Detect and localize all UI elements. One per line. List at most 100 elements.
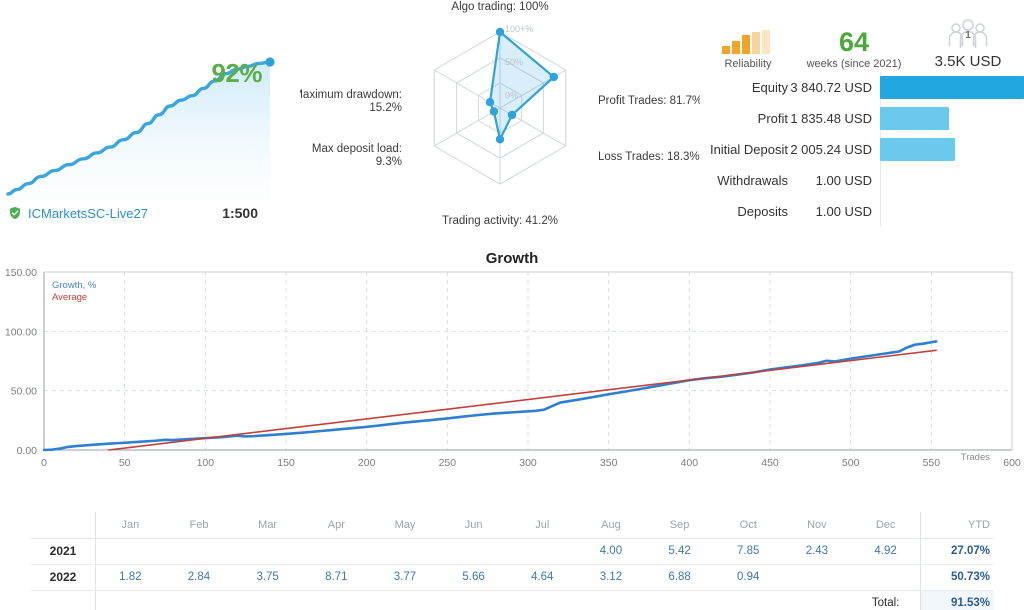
account-name: ICMarketsSC-Live27 [28, 205, 148, 221]
stat-row: Initial Deposit 2 005.24 USD [700, 134, 1024, 165]
svg-text:200: 200 [358, 457, 376, 469]
svg-text:550: 550 [923, 457, 941, 469]
stat-label: Equity [751, 80, 788, 95]
stat-row: Deposits 1.00 USD [700, 196, 1024, 227]
chart-series [42, 340, 938, 452]
stat-bar-track [880, 196, 1024, 227]
svg-text:0%: 0% [505, 90, 518, 100]
stat-value: 3 840.72 USD [790, 80, 872, 95]
radar-point-max_deposit_load [489, 107, 499, 116]
ytd-value: 50.73% [920, 564, 994, 591]
total-label: Total: [851, 589, 920, 610]
reliability-bars-icon [722, 30, 770, 54]
year-label: 2022 [30, 564, 96, 591]
table-row: 2021 4.00 5.42 7.85 2.43 4.92 27.07% [30, 537, 994, 565]
month-header-aug: Aug [601, 518, 621, 531]
total-row-spacer [233, 589, 302, 610]
month-value [164, 537, 234, 565]
weeks-caption: weeks (since 2021) [806, 58, 902, 70]
total-row-spacer [645, 589, 714, 610]
stat-value: 2 005.24 USD [790, 142, 872, 157]
subscribers-badge: 1 3.5K USD [912, 8, 1024, 70]
series-average [107, 349, 937, 451]
month-header-dec: Dec [875, 518, 896, 531]
month-value: 5.42 [645, 537, 714, 565]
year-label: 2021 [30, 537, 96, 565]
total-row-spacer [96, 589, 165, 610]
month-header-mar: Mar [258, 518, 278, 531]
stats-rows: Equity 3 840.72 USD Profit 1 835.48 USD Init… [700, 72, 1024, 227]
month-value: 7.85 [713, 537, 783, 565]
growth-percent-label: 92% [211, 58, 262, 88]
svg-text:400: 400 [681, 457, 699, 469]
month-value: 0.94 [713, 564, 783, 591]
month-header-oct: Oct [739, 518, 757, 531]
stat-label: Initial Deposit [709, 142, 788, 157]
account-stats-panel: Reliability 64 weeks (since 2021) 1 3.5K… [700, 0, 1024, 240]
radar-label-max_drawdown: Maximum drawdown: 15.2% [300, 89, 402, 114]
radar-point-profit_trades [549, 72, 558, 82]
stat-value: 1.00 USD [815, 204, 872, 219]
month-header-apr: Apr [327, 518, 345, 531]
badges-row: Reliability 64 weeks (since 2021) 1 3.5K… [700, 8, 1024, 70]
svg-text:100+%: 100+% [505, 24, 533, 34]
svg-text:600: 600 [1003, 457, 1021, 469]
total-value: 91.53% [920, 589, 994, 610]
stat-bar-fill [880, 76, 1024, 99]
svg-text:350: 350 [600, 457, 618, 469]
stat-bar-track [880, 72, 1024, 103]
svg-text:50%: 50% [505, 57, 523, 67]
svg-text:300: 300 [519, 457, 537, 469]
svg-text:100.00: 100.00 [5, 326, 37, 338]
summary-row: 92% ICMarketsSC-Live27 1:500 100+% 50% 0… [0, 0, 1024, 240]
legend-growth: Growth, % [52, 280, 97, 291]
total-row-spacer [576, 589, 646, 610]
month-value: 3.12 [576, 564, 646, 591]
chart-gridlines [44, 271, 1013, 450]
radar-point-trading_activity [495, 135, 505, 144]
month-header-nov: Nov [807, 518, 827, 531]
svg-text:150.00: 150.00 [5, 267, 37, 279]
month-header-jan: Jan [121, 518, 140, 531]
month-header-jun: Jun [464, 518, 483, 531]
month-value: 6.88 [645, 564, 714, 591]
stat-value: 1 835.48 USD [790, 111, 872, 126]
month-value: 4.00 [576, 537, 646, 565]
performance-radar-chart: 100+% 50% 0% Algo trading: 100% Profit Trad… [300, 1, 700, 227]
month-value [851, 564, 920, 591]
radar-label-trading_activity: Trading activity: 41.2% [442, 215, 558, 227]
month-value: 2.84 [164, 564, 234, 591]
month-value: 2.43 [782, 537, 852, 565]
stat-label: Profit [757, 111, 788, 126]
month-value: 4.92 [851, 537, 920, 565]
stat-row: Withdrawals 1.00 USD [700, 165, 1024, 196]
table-total-row: Total: 91.53% [30, 589, 994, 610]
svg-text:50.00: 50.00 [11, 386, 37, 398]
ytd-value: 27.07% [920, 537, 994, 565]
stat-row: Equity 3 840.72 USD [700, 72, 1024, 103]
stat-bar-track [880, 165, 1024, 196]
reliability-label: Reliability [724, 58, 772, 70]
radar-label-max_deposit_load: Max deposit load: 9.3% [312, 143, 402, 168]
month-value [96, 537, 165, 565]
month-value: 3.77 [370, 564, 440, 591]
svg-text:0: 0 [41, 457, 47, 469]
growth-sparkline-panel: 92% ICMarketsSC-Live27 1:500 [0, 0, 300, 240]
total-row-spacer [164, 589, 234, 610]
account-info[interactable]: ICMarketsSC-Live27 [8, 206, 148, 221]
total-row-spacer [439, 589, 508, 610]
sparkline-footer: ICMarketsSC-Live27 1:500 [8, 205, 290, 221]
stat-bar-fill [880, 107, 950, 130]
weeks-value: 64 [838, 27, 870, 57]
month-header-feb: Feb [189, 518, 209, 531]
svg-text:500: 500 [842, 457, 860, 469]
month-value [507, 537, 577, 565]
table-header-row: Jan Feb Mar Apr May Jun Jul Aug Sep Oct Nov Dec YTD [30, 512, 994, 538]
radar-point-max_drawdown [485, 98, 495, 107]
subscriber-count-badge: 1 [965, 30, 971, 41]
month-header-sep: Sep [669, 518, 690, 531]
month-header-jul: Jul [535, 518, 550, 531]
leverage-value: 1:500 [222, 205, 258, 221]
month-value: 3.75 [233, 564, 302, 591]
stat-bar-track [880, 134, 1024, 165]
